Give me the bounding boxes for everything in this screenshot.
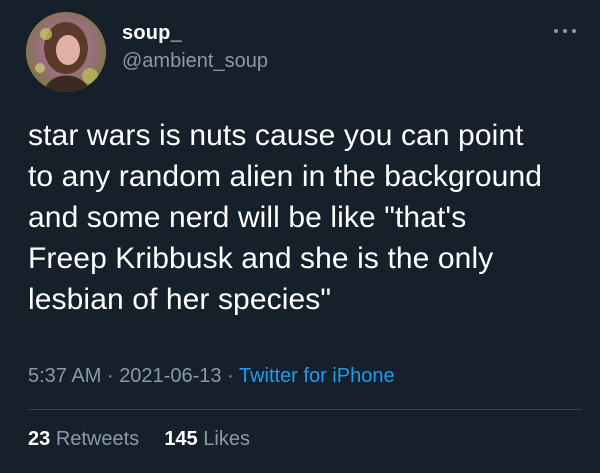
tweet-text: star wars is nuts cause you can point to… bbox=[28, 119, 543, 316]
tweet-source-link[interactable]: Twitter for iPhone bbox=[239, 365, 395, 387]
retweets-label: Retweets bbox=[55, 428, 140, 450]
meta-separator: · bbox=[106, 365, 114, 387]
user-handle[interactable]: @ambient_soup bbox=[122, 50, 268, 73]
tweet-stats: 23 Retweets 145 Likes bbox=[28, 428, 250, 451]
divider bbox=[28, 409, 582, 410]
likes-count: 145 bbox=[164, 428, 198, 450]
tweet-card: soup_ @ambient_soup star wars is nuts ca… bbox=[0, 0, 600, 473]
tweet-time[interactable]: 5:37 AM bbox=[28, 365, 101, 387]
tweet-date[interactable]: 2021-06-13 bbox=[119, 365, 221, 387]
meta-separator: · bbox=[227, 365, 234, 387]
likes-stat[interactable]: 145 Likes bbox=[164, 428, 250, 450]
more-dots-icon[interactable] bbox=[548, 18, 582, 42]
display-name[interactable]: soup_ bbox=[122, 22, 182, 45]
retweets-stat[interactable]: 23 Retweets bbox=[28, 428, 139, 450]
retweets-count: 23 bbox=[28, 428, 51, 450]
avatar[interactable] bbox=[26, 12, 106, 92]
tweet-meta: 5:37 AM · 2021-06-13 · Twitter for iPhon… bbox=[28, 365, 395, 388]
likes-label: Likes bbox=[203, 428, 250, 450]
avatar-photo-icon bbox=[26, 12, 106, 92]
